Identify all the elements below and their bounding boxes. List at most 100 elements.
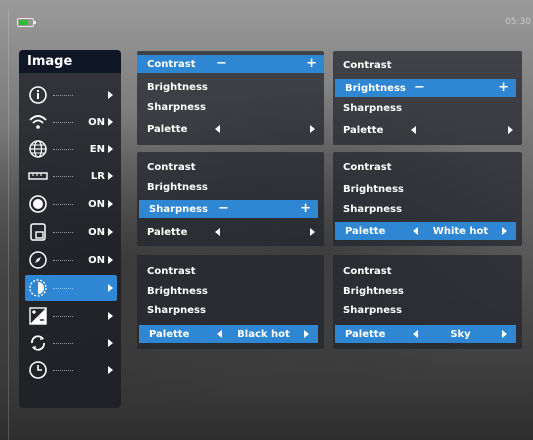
decrease-button[interactable]: − — [218, 200, 229, 218]
sidebar-item-language[interactable]: EN — [25, 136, 117, 162]
contrast-row[interactable]: Contrast — [333, 56, 522, 74]
palette-row[interactable]: Palette Black hot — [139, 325, 318, 343]
chevron-right-icon — [108, 91, 113, 99]
sharpness-row[interactable]: Sharpness — [137, 98, 324, 116]
sidebar-item-value: ON — [88, 116, 105, 128]
brightness-label: Brightness — [343, 183, 404, 195]
sharpness-row[interactable]: Sharpness − + — [139, 200, 318, 218]
sidebar-item-pip[interactable]: ON — [25, 219, 117, 245]
chevron-right-icon — [108, 228, 113, 236]
sharpness-label: Sharpness — [343, 203, 402, 215]
battery-icon — [17, 18, 36, 27]
chevron-right-icon[interactable] — [502, 227, 507, 235]
image-settings-panel: Contrast Brightness Sharpness Palette Wh… — [333, 152, 522, 246]
sidebar-item-wifi[interactable]: ON — [25, 109, 117, 135]
image-mode-icon — [25, 276, 51, 300]
contrast-label: Contrast — [343, 161, 392, 173]
palette-row[interactable]: Palette — [137, 120, 324, 138]
sidebar-item-value: ON — [88, 254, 105, 266]
chevron-right-icon — [108, 339, 113, 347]
chevron-right-icon[interactable] — [310, 125, 315, 133]
sharpness-row[interactable]: Sharpness — [137, 301, 324, 319]
palette-value: White hot — [432, 225, 489, 237]
palette-row[interactable]: Palette Sky — [335, 325, 516, 343]
palette-label: Palette — [147, 226, 188, 238]
palette-row[interactable]: Palette White hot — [335, 222, 516, 240]
brightness-label: Brightness — [345, 82, 406, 94]
clock: 05:30 — [505, 17, 531, 27]
status-bar: 05:30 — [0, 17, 533, 31]
contrast-row[interactable]: Contrast − + — [137, 55, 324, 73]
sharpness-label: Sharpness — [343, 102, 402, 114]
sidebar-item-value: LR — [90, 170, 105, 182]
contrast-row[interactable]: Contrast — [137, 262, 324, 280]
compass-icon — [25, 248, 51, 272]
info-icon — [25, 83, 51, 107]
palette-label: Palette — [345, 225, 386, 237]
brightness-row[interactable]: Brightness — [333, 180, 522, 198]
chevron-right-icon — [108, 118, 113, 126]
palette-label: Palette — [345, 328, 386, 340]
sidebar-item-units[interactable]: LR — [25, 163, 117, 189]
brightness-row[interactable]: Brightness — [137, 282, 324, 300]
chevron-left-icon[interactable] — [215, 228, 220, 236]
picture-in-picture-icon — [25, 220, 51, 244]
sidebar-title: Image — [19, 50, 121, 73]
contrast-row[interactable]: Contrast — [333, 158, 522, 176]
chevron-right-icon[interactable] — [310, 228, 315, 236]
chevron-left-icon[interactable] — [411, 126, 416, 134]
sharpness-row[interactable]: Sharpness — [333, 200, 522, 218]
contrast-row[interactable]: Contrast — [137, 158, 324, 176]
chevron-left-icon[interactable] — [215, 125, 220, 133]
brightness-row[interactable]: Brightness − + — [335, 79, 516, 97]
palette-label: Palette — [147, 123, 188, 135]
brightness-label: Brightness — [147, 285, 208, 297]
sidebar-item-info[interactable] — [25, 82, 117, 108]
chevron-right-icon — [108, 145, 113, 153]
sidebar-item-compass[interactable]: ON — [25, 247, 117, 273]
wifi-icon — [25, 110, 51, 134]
sidebar-item-record[interactable]: ON — [25, 191, 117, 217]
exposure-icon — [25, 304, 51, 328]
sidebar-item-time[interactable] — [25, 357, 117, 383]
brightness-label: Brightness — [343, 285, 404, 297]
sharpness-row[interactable]: Sharpness — [333, 301, 522, 319]
sharpness-label: Sharpness — [147, 304, 206, 316]
contrast-label: Contrast — [343, 59, 392, 71]
chevron-right-icon — [108, 312, 113, 320]
contrast-row[interactable]: Contrast — [333, 262, 522, 280]
brightness-row[interactable]: Brightness — [333, 282, 522, 300]
chevron-right-icon[interactable] — [508, 126, 513, 134]
increase-button[interactable]: + — [300, 200, 311, 218]
chevron-right-icon[interactable] — [502, 330, 507, 338]
increase-button[interactable]: + — [498, 79, 509, 97]
palette-row[interactable]: Palette — [333, 121, 522, 139]
ruler-icon — [25, 164, 51, 188]
chevron-left-icon[interactable] — [413, 330, 418, 338]
sidebar-menu: Image ON EN LR ON ON ON — [19, 50, 121, 408]
contrast-label: Contrast — [147, 265, 196, 277]
sidebar-item-image[interactable] — [25, 275, 117, 301]
chevron-left-icon[interactable] — [217, 330, 222, 338]
chevron-left-icon[interactable] — [413, 227, 418, 235]
palette-label: Palette — [343, 124, 384, 136]
decrease-button[interactable]: − — [414, 79, 425, 97]
sharpness-label: Sharpness — [149, 203, 208, 215]
contrast-label: Contrast — [147, 161, 196, 173]
brightness-row[interactable]: Brightness — [137, 178, 324, 196]
palette-row[interactable]: Palette — [137, 223, 324, 241]
chevron-right-icon[interactable] — [304, 330, 309, 338]
sidebar-item-refresh[interactable] — [25, 330, 117, 356]
globe-icon — [25, 137, 51, 161]
refresh-icon — [25, 331, 51, 355]
chevron-right-icon — [108, 366, 113, 374]
increase-button[interactable]: + — [306, 55, 317, 73]
sidebar-item-exposure[interactable] — [25, 303, 117, 329]
brightness-row[interactable]: Brightness — [137, 78, 324, 96]
clock-icon — [25, 358, 51, 382]
chevron-right-icon — [108, 256, 113, 264]
sharpness-row[interactable]: Sharpness — [333, 99, 522, 117]
sidebar-item-value: ON — [88, 198, 105, 210]
decrease-button[interactable]: − — [216, 55, 227, 73]
chevron-right-icon — [108, 284, 113, 292]
